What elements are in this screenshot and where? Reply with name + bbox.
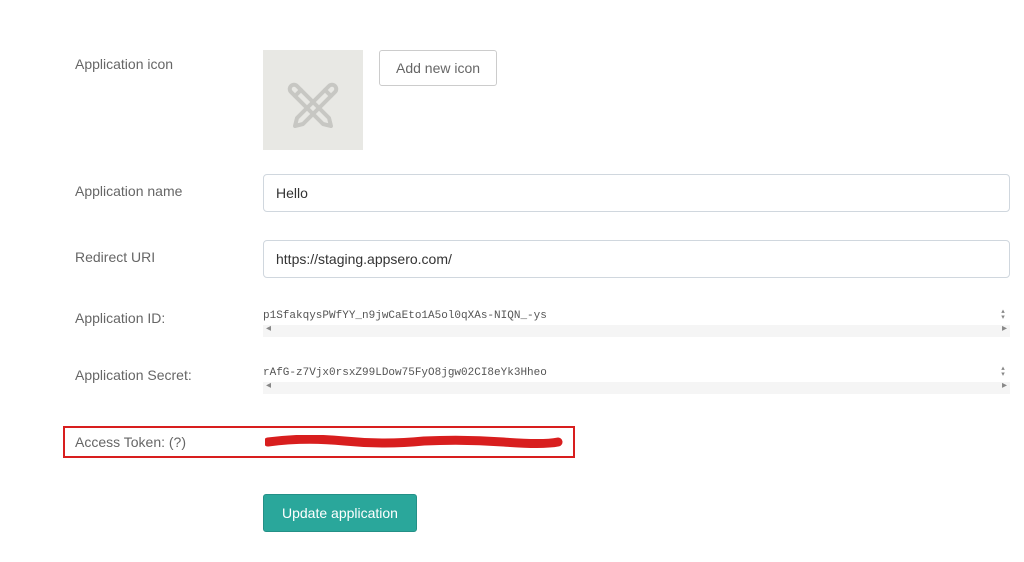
- stepper-icon[interactable]: ▴▾: [996, 308, 1010, 322]
- label-application-id: Application ID:: [75, 310, 263, 326]
- row-application-icon: Application icon Add new icon: [75, 50, 1010, 150]
- label-application-name: Application name: [75, 174, 263, 199]
- icon-content: Add new icon: [263, 50, 1010, 150]
- application-form: Application icon Add new icon Applicatio…: [75, 50, 1010, 532]
- row-application-secret: Application Secret: rAfG-z7Vjx0rsxZ99LDo…: [75, 367, 1010, 394]
- row-application-id: Application ID: p1SfakqysPWfYY_n9jwCaEto…: [75, 310, 1010, 337]
- application-secret-readonly[interactable]: rAfG-z7Vjx0rsxZ99LDow75FyO8jgw02CI8eYk3H…: [263, 367, 1010, 394]
- label-application-secret: Application Secret:: [75, 367, 263, 383]
- redirect-uri-input[interactable]: [263, 240, 1010, 278]
- row-redirect-uri: Redirect URI: [75, 240, 1010, 278]
- application-secret-value: rAfG-z7Vjx0rsxZ99LDow75FyO8jgw02CI8eYk3H…: [263, 367, 994, 382]
- horizontal-scrollbar[interactable]: [263, 325, 1010, 337]
- application-id-value: p1SfakqysPWfYY_n9jwCaEto1A5ol0qXAs-NIQN_…: [263, 310, 994, 325]
- label-access-token: Access Token: (?): [75, 434, 265, 450]
- update-application-button[interactable]: Update application: [263, 494, 417, 532]
- access-token-redacted: [265, 435, 563, 449]
- label-redirect-uri: Redirect URI: [75, 240, 263, 265]
- horizontal-scrollbar[interactable]: [263, 382, 1010, 394]
- label-application-icon: Application icon: [75, 50, 263, 72]
- icon-preview: [263, 50, 363, 150]
- application-id-readonly[interactable]: p1SfakqysPWfYY_n9jwCaEto1A5ol0qXAs-NIQN_…: [263, 310, 1010, 337]
- placeholder-icon: [285, 72, 341, 128]
- add-new-icon-button[interactable]: Add new icon: [379, 50, 497, 86]
- application-name-input[interactable]: [263, 174, 1010, 212]
- row-application-name: Application name: [75, 174, 1010, 212]
- stepper-icon[interactable]: ▴▾: [996, 365, 1010, 379]
- row-submit: Update application: [75, 494, 1010, 532]
- access-token-highlight: Access Token: (?): [63, 426, 575, 458]
- row-access-token: Access Token: (?): [75, 426, 1010, 458]
